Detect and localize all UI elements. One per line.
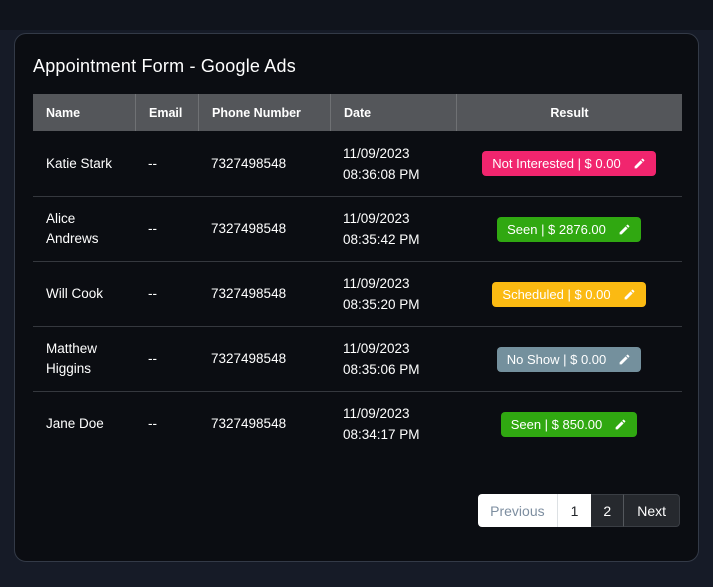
result-badge-label: Scheduled | $ 0.00: [502, 287, 610, 302]
cell-email: --: [135, 219, 198, 239]
edit-pencil-icon: [633, 157, 646, 170]
cell-phone: 7327498548: [198, 154, 330, 174]
result-badge-button[interactable]: Seen | $ 850.00: [501, 412, 638, 437]
cell-email: --: [135, 349, 198, 369]
result-badge-label: Not Interested | $ 0.00: [492, 156, 620, 171]
column-header-email: Email: [135, 94, 198, 131]
cell-date: 11/09/2023 08:36:08 PM: [330, 143, 456, 185]
cell-date: 11/09/2023 08:35:06 PM: [330, 338, 456, 380]
page-title: Appointment Form - Google Ads: [33, 54, 680, 78]
result-badge-label: No Show | $ 0.00: [507, 352, 607, 367]
cell-name: Jane Doe: [33, 414, 135, 434]
result-badge-label: Seen | $ 850.00: [511, 417, 603, 432]
table-header-row: Name Email Phone Number Date Result: [33, 94, 682, 131]
appointments-table: Name Email Phone Number Date Result Kati…: [33, 94, 682, 456]
table-row: Jane Doe -- 7327498548 11/09/2023 08:34:…: [33, 391, 682, 456]
cell-phone: 7327498548: [198, 219, 330, 239]
cell-date: 11/09/2023 08:35:42 PM: [330, 208, 456, 250]
pagination-page-1-button[interactable]: 1: [558, 494, 592, 527]
column-header-result: Result: [456, 94, 682, 131]
pagination: Previous 1 2 Next: [33, 494, 680, 527]
edit-pencil-icon: [618, 223, 631, 236]
table-row: Matthew Higgins -- 7327498548 11/09/2023…: [33, 326, 682, 391]
cell-phone: 7327498548: [198, 414, 330, 434]
cell-name: Alice Andrews: [33, 209, 135, 249]
cell-name: Katie Stark: [33, 154, 135, 174]
result-badge-button[interactable]: Not Interested | $ 0.00: [482, 151, 655, 176]
table-row: Katie Stark -- 7327498548 11/09/2023 08:…: [33, 131, 682, 196]
cell-email: --: [135, 154, 198, 174]
cell-name: Will Cook: [33, 284, 135, 304]
column-header-phone: Phone Number: [198, 94, 330, 131]
result-badge-label: Seen | $ 2876.00: [507, 222, 606, 237]
table-row: Will Cook -- 7327498548 11/09/2023 08:35…: [33, 261, 682, 326]
cell-date: 11/09/2023 08:35:20 PM: [330, 273, 456, 315]
pagination-next-button[interactable]: Next: [623, 494, 680, 527]
cell-phone: 7327498548: [198, 284, 330, 304]
table-row: Alice Andrews -- 7327498548 11/09/2023 0…: [33, 196, 682, 261]
result-badge-button[interactable]: Seen | $ 2876.00: [497, 217, 641, 242]
column-header-date: Date: [330, 94, 456, 131]
cell-phone: 7327498548: [198, 349, 330, 369]
top-strip: [0, 0, 713, 30]
pagination-previous-button[interactable]: Previous: [478, 494, 557, 527]
result-badge-button[interactable]: Scheduled | $ 0.00: [492, 282, 645, 307]
edit-pencil-icon: [623, 288, 636, 301]
edit-pencil-icon: [614, 418, 627, 431]
result-badge-button[interactable]: No Show | $ 0.00: [497, 347, 642, 372]
cell-email: --: [135, 414, 198, 434]
cell-date: 11/09/2023 08:34:17 PM: [330, 403, 456, 445]
edit-pencil-icon: [618, 353, 631, 366]
pagination-page-2-button[interactable]: 2: [591, 494, 623, 527]
cell-email: --: [135, 284, 198, 304]
appointment-form-card: Appointment Form - Google Ads Name Email…: [14, 33, 699, 562]
cell-name: Matthew Higgins: [33, 339, 135, 379]
column-header-name: Name: [33, 94, 135, 131]
